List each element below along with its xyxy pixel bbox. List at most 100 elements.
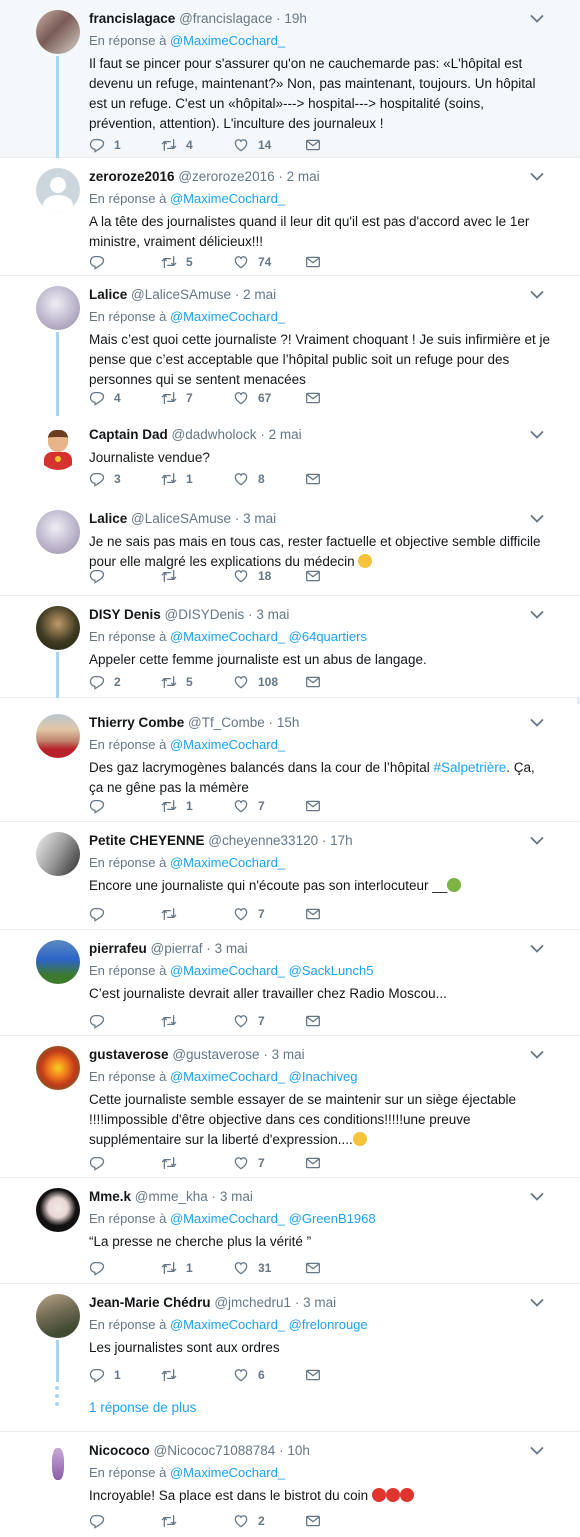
author-name[interactable]: pierrafeu (89, 941, 147, 956)
dm-button[interactable] (305, 1260, 377, 1276)
mention-link[interactable]: @MaximeCochard_ (170, 737, 285, 752)
avatar[interactable] (36, 10, 80, 54)
tweet[interactable]: Lalice @LaliceSAmuse · 3 mai Je ne sais … (0, 500, 580, 596)
mention-link[interactable]: @MaximeCochard_ (170, 33, 285, 48)
mention-link[interactable]: @64quartiers (289, 629, 367, 644)
author-name[interactable]: Thierry Combe (89, 715, 184, 730)
tweet-time[interactable]: 3 mai (243, 511, 276, 526)
author-name[interactable]: Jean-Marie Chédru (89, 1295, 211, 1310)
tweet[interactable]: pierrafeu @pierraf · 3 mai En réponse à … (0, 930, 580, 1036)
tweet[interactable]: Petite CHEYENNE @cheyenne33120 · 17h En … (0, 822, 580, 930)
retweet-button[interactable]: 5 (161, 254, 233, 270)
retweet-button[interactable] (161, 906, 233, 922)
avatar[interactable] (36, 606, 80, 650)
retweet-button[interactable]: 7 (161, 390, 233, 406)
author-handle[interactable]: @DISYDenis (165, 607, 245, 622)
avatar[interactable] (36, 1294, 80, 1338)
dm-button[interactable] (305, 906, 377, 922)
tweet[interactable]: gustaverose @gustaverose · 3 mai En répo… (0, 1036, 580, 1178)
tweet-time[interactable]: 2 mai (269, 427, 302, 442)
author-handle[interactable]: @francislagace (179, 11, 272, 26)
tweet-time[interactable]: 3 mai (220, 1189, 253, 1204)
author-name[interactable]: Captain Dad (89, 427, 168, 442)
reply-button[interactable] (89, 798, 161, 814)
retweet-button[interactable]: 4 (161, 137, 233, 153)
avatar[interactable] (36, 510, 80, 554)
avatar[interactable] (36, 286, 80, 330)
tweet-time[interactable]: 2 mai (287, 169, 320, 184)
dm-button[interactable] (305, 390, 377, 406)
tweet-time[interactable]: 3 mai (215, 941, 248, 956)
tweet[interactable]: Nicococo @Nicococ71088784 · 10h En répon… (0, 1432, 580, 1537)
dm-button[interactable] (305, 1013, 377, 1029)
avatar[interactable] (36, 832, 80, 876)
mention-link[interactable]: @MaximeCochard_ (170, 629, 285, 644)
like-button[interactable]: 18 (233, 568, 305, 584)
author-handle[interactable]: @dadwholock (172, 427, 257, 442)
dm-button[interactable] (305, 471, 377, 487)
hashtag-link[interactable]: #Salpetrière (433, 760, 506, 775)
mention-link[interactable]: @MaximeCochard_ (170, 1465, 285, 1480)
author-name[interactable]: Petite CHEYENNE (89, 833, 205, 848)
tweet[interactable]: DISY Denis @DISYDenis · 3 mai En réponse… (0, 596, 580, 698)
mention-link[interactable]: @MaximeCochard_ (170, 309, 285, 324)
retweet-button[interactable] (161, 1155, 233, 1171)
avatar[interactable] (36, 168, 80, 212)
tweet[interactable]: Lalice @LaliceSAmuse · 2 mai En réponse … (0, 276, 580, 416)
like-button[interactable]: 6 (233, 1367, 305, 1383)
author-name[interactable]: francislagace (89, 11, 175, 26)
reply-button[interactable]: 1 (89, 137, 161, 153)
like-button[interactable]: 2 (233, 1513, 305, 1529)
author-name[interactable]: Lalice (89, 287, 127, 302)
reply-button[interactable] (89, 906, 161, 922)
reply-button[interactable]: 3 (89, 471, 161, 487)
avatar[interactable] (36, 1442, 80, 1486)
dm-button[interactable] (305, 674, 377, 690)
tweet[interactable]: Thierry Combe @Tf_Combe · 15h En réponse… (0, 704, 580, 822)
reply-button[interactable] (89, 1260, 161, 1276)
tweet-time[interactable]: 10h (287, 1443, 310, 1458)
reply-button[interactable] (89, 1155, 161, 1171)
retweet-button[interactable]: 1 (161, 1260, 233, 1276)
tweet-time[interactable]: 17h (330, 833, 353, 848)
tweet-time[interactable]: 19h (284, 11, 307, 26)
retweet-button[interactable]: 1 (161, 798, 233, 814)
mention-link[interactable]: @MaximeCochard_ (170, 855, 285, 870)
retweet-button[interactable]: 1 (161, 471, 233, 487)
like-button[interactable]: 7 (233, 906, 305, 922)
mention-link[interactable]: @MaximeCochard_ (170, 1317, 285, 1332)
avatar[interactable] (36, 1046, 80, 1090)
author-handle[interactable]: @jmchedru1 (214, 1295, 291, 1310)
author-name[interactable]: Mme.k (89, 1189, 131, 1204)
dm-button[interactable] (305, 568, 377, 584)
reply-button[interactable]: 2 (89, 674, 161, 690)
author-handle[interactable]: @zeroroze2016 (178, 169, 274, 184)
dm-button[interactable] (305, 798, 377, 814)
tweet-time[interactable]: 15h (277, 715, 300, 730)
retweet-button[interactable] (161, 1367, 233, 1383)
author-handle[interactable]: @Tf_Combe (188, 715, 265, 730)
dm-button[interactable] (305, 254, 377, 270)
author-name[interactable]: gustaverose (89, 1047, 169, 1062)
tweet[interactable]: zeroroze2016 @zeroroze2016 · 2 mai En ré… (0, 158, 580, 276)
like-button[interactable]: 67 (233, 390, 305, 406)
retweet-button[interactable] (161, 568, 233, 584)
author-handle[interactable]: @mme_kha (135, 1189, 208, 1204)
retweet-button[interactable]: 5 (161, 674, 233, 690)
tweet[interactable]: Mme.k @mme_kha · 3 mai En réponse à @Max… (0, 1178, 580, 1284)
tweet[interactable]: Captain Dad @dadwholock · 2 mai Journali… (0, 416, 580, 500)
dm-button[interactable] (305, 1513, 377, 1529)
like-button[interactable]: 8 (233, 471, 305, 487)
author-handle[interactable]: @LaliceSAmuse (131, 511, 231, 526)
like-button[interactable]: 74 (233, 254, 305, 270)
like-button[interactable]: 108 (233, 674, 305, 690)
more-replies-link[interactable]: 1 réponse de plus (89, 1400, 196, 1415)
retweet-button[interactable] (161, 1513, 233, 1529)
author-name[interactable]: zeroroze2016 (89, 169, 175, 184)
author-handle[interactable]: @pierraf (151, 941, 203, 956)
avatar[interactable] (36, 940, 80, 984)
author-name[interactable]: Lalice (89, 511, 127, 526)
mention-link[interactable]: @MaximeCochard_ (170, 191, 285, 206)
author-name[interactable]: DISY Denis (89, 607, 161, 622)
mention-link[interactable]: @MaximeCochard_ (170, 1069, 285, 1084)
